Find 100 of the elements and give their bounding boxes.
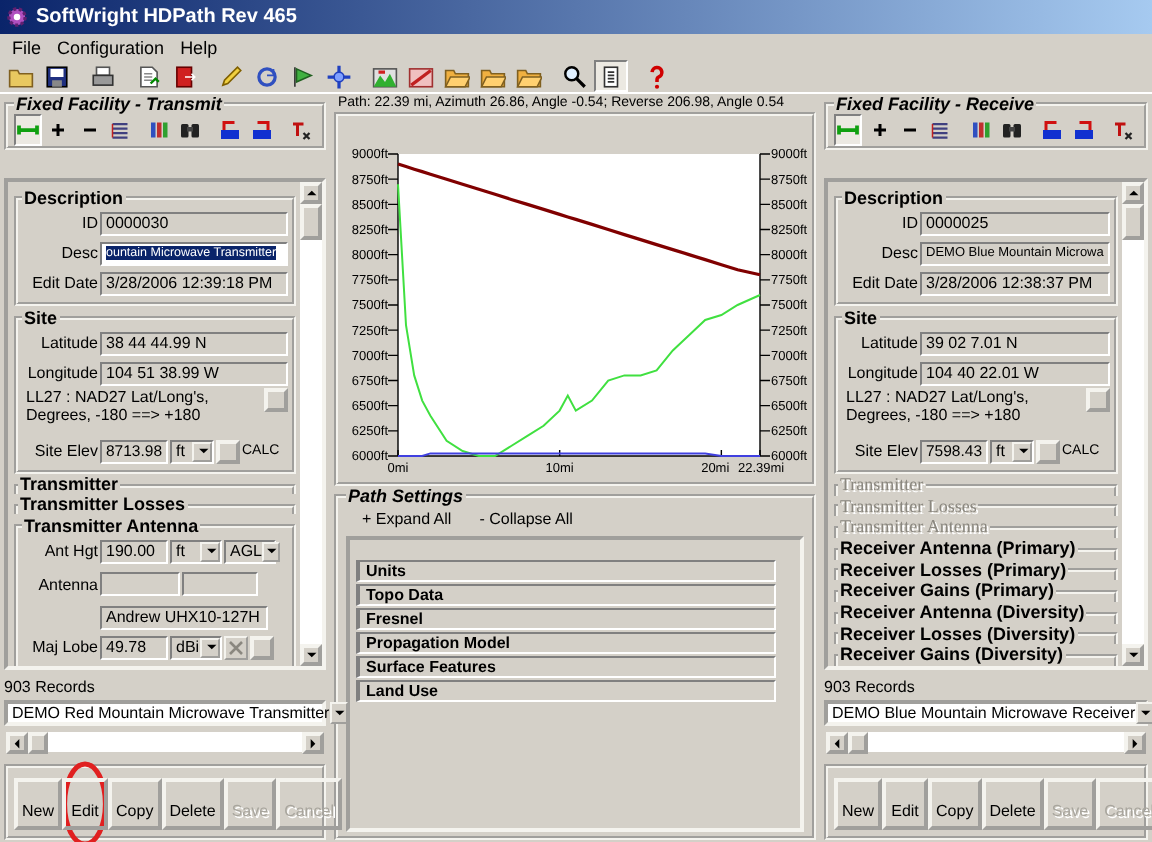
dropdown-button[interactable]	[1135, 702, 1152, 724]
field-label: Desc	[59, 244, 98, 262]
scroll-down-button[interactable]	[300, 644, 322, 666]
scroll-left-button[interactable]	[6, 732, 28, 754]
search-icon	[562, 63, 588, 89]
record-button[interactable]: Edit	[882, 778, 929, 830]
clear-button[interactable]	[224, 635, 248, 659]
field-label: Longitude	[25, 364, 98, 382]
pencil-icon	[218, 63, 244, 89]
section-header[interactable]: Receiver Gains (Diversity)	[834, 646, 1118, 666]
group-title: Path Settings	[346, 486, 466, 506]
note-text: LL27 : NAD27 Lat/Long's, Degrees, -180 ==> +180	[846, 388, 1031, 424]
dropdown-arrow-icon	[331, 706, 346, 720]
unit-dropdown[interactable]: ft	[990, 439, 1034, 463]
door-icon	[172, 63, 198, 89]
help-icon	[644, 63, 670, 89]
section-header[interactable]: Transmitter	[14, 476, 296, 494]
record-button[interactable]: Copy	[928, 778, 982, 830]
record-button[interactable]: New	[834, 778, 883, 830]
input-field[interactable]: 39 02 7.01 N	[920, 331, 1110, 355]
arrow-up-icon	[1126, 186, 1140, 200]
section-header[interactable]: Surface Features	[356, 656, 776, 678]
section-title: Site	[22, 308, 60, 328]
scroll-thumb[interactable]	[1122, 204, 1144, 240]
reference-dropdown[interactable]: AGL	[224, 539, 276, 563]
unit-dropdown[interactable]: ft	[170, 539, 222, 563]
record-button[interactable]: Delete	[981, 778, 1044, 830]
cross-icon	[228, 639, 244, 655]
record-button[interactable]: New	[14, 778, 63, 830]
input-field[interactable]	[100, 572, 180, 596]
menu-item[interactable]: Help	[172, 37, 226, 57]
unit-dropdown[interactable]: ft	[170, 439, 214, 463]
section-header[interactable]: Topo Data	[356, 584, 776, 606]
group-title: Fixed Facility - Transmit	[14, 94, 224, 114]
window-title: SoftWright HDPath Rev 465	[36, 6, 297, 28]
input-field[interactable]: 38 44 44.99 N	[100, 331, 288, 355]
record-button[interactable]: Delete	[161, 778, 224, 830]
input-field[interactable]: 104 40 22.01 W	[920, 361, 1110, 385]
flag-icon	[290, 63, 316, 89]
arrow-up-icon	[304, 186, 318, 200]
field-label: Site Elev	[852, 442, 918, 460]
field-label: Maj Lobe	[30, 638, 98, 656]
range-button[interactable]	[14, 114, 43, 146]
arrow-right-icon	[306, 736, 320, 750]
record-dropdown[interactable]: DEMO Blue Mountain Microwave Receiver	[824, 700, 1148, 726]
record-button[interactable]: Edit	[62, 778, 109, 830]
section-header[interactable]: Land Use	[356, 680, 776, 702]
menu-item[interactable]: Configuration	[49, 37, 173, 57]
range-button[interactable]	[834, 114, 863, 146]
terrain-icon	[372, 63, 398, 89]
collapse-all-button[interactable]: - Collapse All	[479, 510, 573, 528]
input-field[interactable]: Andrew UHX10-127H	[100, 605, 268, 629]
section-title: Description	[842, 188, 946, 208]
document-icon	[136, 63, 162, 89]
section-header[interactable]: Receiver Antenna (Diversity)	[834, 604, 1118, 624]
list-icon	[928, 118, 953, 142]
scroll-left-button[interactable]	[826, 732, 848, 754]
arrow-down-icon	[1126, 648, 1140, 662]
section-header[interactable]: Receiver Gains (Primary)	[834, 582, 1118, 603]
expand-all-button[interactable]: + Expand All	[362, 510, 452, 528]
field-label: Antenna	[36, 575, 98, 593]
section-header[interactable]: Receiver Losses (Diversity)	[834, 625, 1118, 645]
section-header[interactable]: Receiver Losses (Primary)	[834, 561, 1118, 581]
dropdown-arrow-icon	[1015, 444, 1029, 458]
field-label: Desc	[879, 244, 918, 262]
section-header[interactable]: Transmitter Losses	[14, 496, 296, 514]
input-field[interactable]: 0000025	[920, 211, 1110, 235]
section-header[interactable]: Units	[356, 560, 776, 582]
printer-icon	[90, 63, 116, 89]
page-icon	[598, 63, 624, 89]
crosshair-icon	[326, 63, 352, 89]
menu-item[interactable]: File	[4, 37, 50, 57]
field-label: Edit Date	[850, 274, 918, 292]
dropdown-arrow-icon	[1137, 706, 1152, 720]
input-field[interactable]: 3/28/2006 12:39:18 PM	[100, 271, 288, 295]
input-field[interactable]	[182, 572, 258, 596]
transmitter-icon	[289, 118, 314, 142]
scroll-thumb[interactable]	[848, 732, 868, 754]
dropdown-arrow-icon	[264, 544, 279, 558]
page-button[interactable]	[594, 60, 628, 92]
section-header[interactable]: Fresnel	[356, 608, 776, 630]
scroll-right-button[interactable]	[302, 732, 324, 754]
field-label: ID	[900, 214, 918, 232]
dropdown-button[interactable]	[329, 702, 348, 724]
section-header[interactable]: Receiver Antenna (Primary)	[834, 540, 1118, 560]
scroll-right-button[interactable]	[1124, 732, 1146, 754]
section-header[interactable]: Propagation Model	[356, 632, 776, 654]
input-field[interactable]: 0000030	[100, 211, 288, 235]
floppy-disk-button[interactable]	[40, 60, 74, 92]
scroll-thumb[interactable]	[300, 204, 322, 240]
scroll-up-button[interactable]	[1122, 182, 1144, 204]
scroll-up-button[interactable]	[300, 182, 322, 204]
input-field[interactable]: 104 51 38.99 W	[100, 361, 288, 385]
record-button[interactable]: Copy	[108, 778, 162, 830]
input-field[interactable]: 190.00	[100, 539, 168, 563]
unit-dropdown[interactable]: dBi	[170, 635, 222, 659]
input-field[interactable]: 3/28/2006 12:38:37 PM	[920, 271, 1110, 295]
scroll-down-button[interactable]	[1122, 644, 1144, 666]
input-field[interactable]: 49.78	[100, 635, 168, 659]
scroll-thumb[interactable]	[28, 732, 48, 754]
